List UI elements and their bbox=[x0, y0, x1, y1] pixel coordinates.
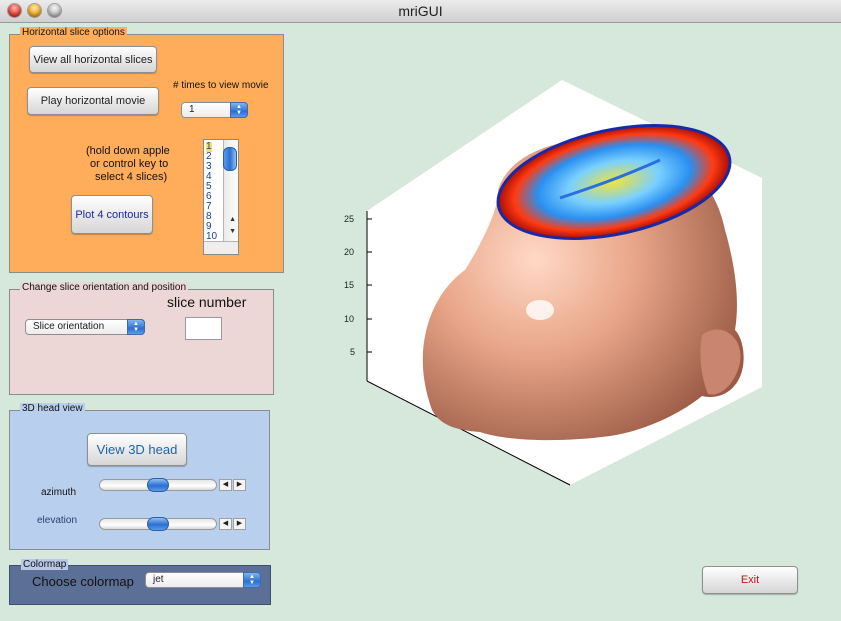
plot-4-contours-button[interactable]: Plot 4 contours bbox=[71, 195, 153, 234]
scroll-up-icon[interactable]: ▲ bbox=[229, 216, 236, 223]
hint-line-1: (hold down apple bbox=[86, 145, 170, 157]
colormap-panel: Colormap Choose colormap jet ▲ ▼ bbox=[9, 559, 271, 605]
view-3d-head-button[interactable]: View 3D head bbox=[87, 433, 187, 466]
times-value: 1 bbox=[189, 104, 195, 115]
hint-line-2: or control key to bbox=[90, 158, 169, 170]
z-tick-label: 5 bbox=[350, 347, 355, 357]
colormap-panel-title: Colormap bbox=[21, 559, 69, 570]
colormap-value: jet bbox=[153, 574, 164, 585]
azimuth-label: azimuth bbox=[41, 487, 77, 498]
popup-arrows-icon: ▲ ▼ bbox=[230, 102, 248, 118]
head-highlight bbox=[526, 300, 554, 320]
colormap-popup[interactable]: jet ▲ ▼ bbox=[145, 572, 261, 588]
window-titlebar: mriGUI bbox=[0, 0, 841, 23]
orientation-panel: Change slice orientation and position Sl… bbox=[9, 282, 274, 395]
times-label: # times to view movie bbox=[173, 80, 269, 91]
popup-arrows-icon: ▲ ▼ bbox=[127, 319, 145, 335]
choose-colormap-label: Choose colormap bbox=[32, 574, 134, 589]
azimuth-slider[interactable]: ◀ ▶ bbox=[99, 478, 249, 492]
azimuth-knob[interactable] bbox=[147, 478, 169, 492]
z-tick-label: 15 bbox=[344, 280, 354, 290]
slice-listbox[interactable]: 1 2 3 4 5 6 7 8 9 10 ▲ ▼ bbox=[203, 139, 239, 255]
elevation-right-arrow-icon[interactable]: ▶ bbox=[233, 518, 246, 530]
horizontal-panel-title: Horizontal slice options bbox=[20, 27, 127, 38]
view-all-horizontal-slices-button[interactable]: View all horizontal slices bbox=[29, 46, 157, 73]
times-popup[interactable]: 1 ▲ ▼ bbox=[181, 102, 248, 118]
orientation-panel-title: Change slice orientation and position bbox=[20, 282, 188, 293]
head-3d-axes[interactable]: 25 20 15 10 5 bbox=[330, 80, 780, 500]
hint-line-3: select 4 slices) bbox=[95, 171, 168, 183]
slice-number-field[interactable] bbox=[185, 317, 222, 340]
head-view-panel: 3D head view View 3D head azimuth ◀ ▶ el… bbox=[9, 403, 270, 550]
azimuth-left-arrow-icon[interactable]: ◀ bbox=[219, 479, 232, 491]
list-horizontal-scrollbar[interactable] bbox=[204, 241, 238, 254]
orientation-value: Slice orientation bbox=[33, 321, 105, 332]
scroll-down-icon[interactable]: ▼ bbox=[229, 228, 236, 235]
elevation-slider[interactable]: ◀ ▶ bbox=[99, 517, 249, 531]
z-tick-label: 20 bbox=[344, 247, 354, 257]
z-tick-label: 10 bbox=[344, 314, 354, 324]
slice-orientation-popup[interactable]: Slice orientation ▲ ▼ bbox=[25, 319, 145, 335]
popup-arrows-icon: ▲ ▼ bbox=[243, 572, 261, 588]
play-horizontal-movie-button[interactable]: Play horizontal movie bbox=[27, 87, 159, 115]
elevation-label: elevation bbox=[37, 515, 78, 526]
exit-button[interactable]: Exit bbox=[702, 566, 798, 594]
horizontal-slice-panel: Horizontal slice options View all horizo… bbox=[9, 27, 284, 273]
list-scroll-thumb[interactable] bbox=[223, 147, 237, 171]
azimuth-right-arrow-icon[interactable]: ▶ bbox=[233, 479, 246, 491]
elevation-left-arrow-icon[interactable]: ◀ bbox=[219, 518, 232, 530]
elevation-knob[interactable] bbox=[147, 517, 169, 531]
list-vertical-scrollbar[interactable]: ▲ ▼ bbox=[223, 140, 238, 254]
head-panel-title: 3D head view bbox=[20, 403, 85, 414]
z-tick-label: 25 bbox=[344, 214, 354, 224]
window-title: mriGUI bbox=[398, 3, 443, 19]
slice-number-label: slice number bbox=[167, 294, 247, 310]
